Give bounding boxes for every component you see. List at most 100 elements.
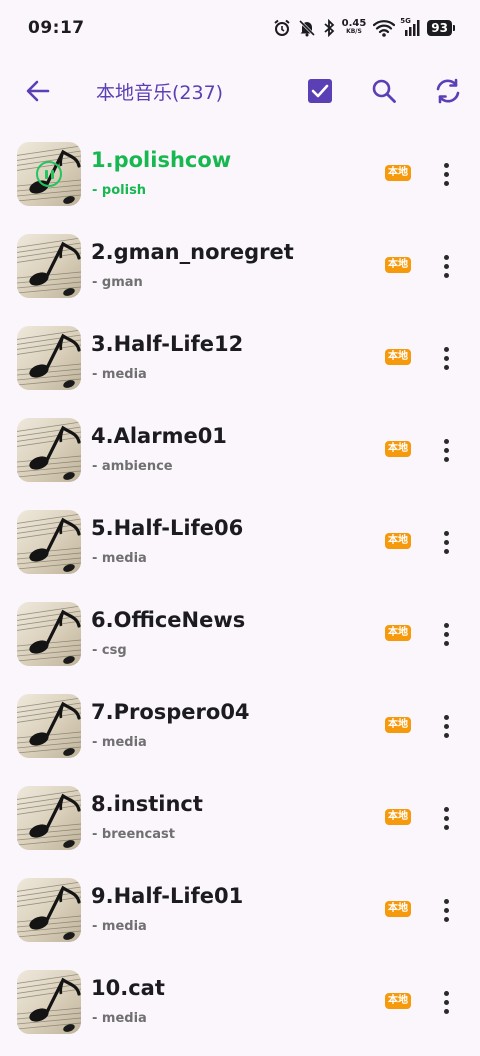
song-list-item-8[interactable]: 8.instinct - breencast 本地 bbox=[0, 772, 480, 864]
more-vert-icon-dot bbox=[443, 438, 449, 444]
song-title: 4.Alarme01 bbox=[91, 424, 227, 448]
song-artist: - csg bbox=[92, 643, 127, 658]
mute-icon bbox=[298, 19, 316, 37]
album-cover bbox=[17, 786, 81, 850]
song-list-item-6[interactable]: 6.OfficeNews - csg 本地 bbox=[0, 588, 480, 680]
more-options-button[interactable] bbox=[430, 522, 462, 562]
music-note-icon bbox=[17, 513, 81, 572]
back-button[interactable] bbox=[18, 71, 58, 111]
battery-icon: 93 bbox=[427, 20, 455, 36]
signal-icon: 5G bbox=[400, 17, 420, 37]
sync-button[interactable] bbox=[428, 71, 468, 111]
music-note-icon bbox=[17, 789, 81, 848]
more-vert-icon-dot bbox=[443, 898, 449, 904]
album-cover bbox=[17, 878, 81, 942]
more-vert-icon-dot bbox=[443, 990, 449, 996]
music-note-icon bbox=[17, 329, 81, 388]
status-icons: 0.45 KB/S 5G 93 bbox=[273, 17, 455, 37]
more-options-button[interactable] bbox=[430, 982, 462, 1022]
album-cover bbox=[17, 234, 81, 298]
song-artist: - media bbox=[92, 1011, 147, 1026]
song-list-item-4[interactable]: 4.Alarme01 - ambience 本地 bbox=[0, 404, 480, 496]
local-badge: 本地 bbox=[385, 533, 411, 549]
song-artist: - polish bbox=[92, 183, 147, 198]
song-list-item-9[interactable]: 9.Half-Life01 - media 本地 bbox=[0, 864, 480, 956]
local-badge: 本地 bbox=[385, 993, 411, 1009]
local-badge: 本地 bbox=[385, 349, 411, 365]
more-vert-icon-dot bbox=[443, 346, 449, 352]
more-vert-icon-dot bbox=[443, 640, 449, 646]
more-vert-icon-dot bbox=[443, 180, 449, 186]
more-options-button[interactable] bbox=[430, 890, 462, 930]
network-type: 5G bbox=[400, 17, 411, 25]
album-cover bbox=[17, 602, 81, 666]
more-vert-icon-dot bbox=[443, 631, 449, 637]
pause-icon[interactable] bbox=[36, 161, 62, 187]
song-artist: - media bbox=[92, 919, 147, 934]
checkbox-icon bbox=[308, 79, 332, 103]
net-speed-value: 0.45 bbox=[341, 18, 367, 29]
song-title: 1.polishcow bbox=[91, 148, 232, 172]
more-vert-icon-dot bbox=[443, 456, 449, 462]
search-icon bbox=[372, 79, 396, 103]
album-cover bbox=[17, 694, 81, 758]
more-vert-icon-dot bbox=[443, 254, 449, 260]
page-title: 本地音乐(237) bbox=[96, 81, 224, 104]
more-vert-icon-dot bbox=[443, 548, 449, 554]
song-artist: - media bbox=[92, 551, 147, 566]
alarm-icon bbox=[273, 19, 291, 37]
more-vert-icon-dot bbox=[443, 824, 449, 830]
song-title: 10.cat bbox=[91, 976, 165, 1000]
more-vert-icon-dot bbox=[443, 723, 449, 729]
song-artist: - media bbox=[92, 735, 147, 750]
status-bar: 09:17 0.45 KB/S 5G 93 bbox=[0, 0, 480, 56]
song-list-item-10[interactable]: 10.cat - media 本地 bbox=[0, 956, 480, 1048]
more-options-button[interactable] bbox=[430, 154, 462, 194]
more-options-button[interactable] bbox=[430, 706, 462, 746]
status-time: 09:17 bbox=[28, 18, 85, 38]
more-vert-icon-dot bbox=[443, 364, 449, 370]
more-vert-icon-dot bbox=[443, 530, 449, 536]
song-list-item-5[interactable]: 5.Half-Life06 - media 本地 bbox=[0, 496, 480, 588]
more-options-button[interactable] bbox=[430, 614, 462, 654]
search-button[interactable] bbox=[364, 71, 404, 111]
music-note-icon bbox=[17, 237, 81, 296]
more-vert-icon-dot bbox=[443, 171, 449, 177]
song-list-item-7[interactable]: 7.Prospero04 - media 本地 bbox=[0, 680, 480, 772]
more-vert-icon-dot bbox=[443, 1008, 449, 1014]
album-cover bbox=[17, 418, 81, 482]
song-list-item-2[interactable]: 2.gman_noregret - gman 本地 bbox=[0, 220, 480, 312]
album-cover bbox=[17, 970, 81, 1034]
music-note-icon bbox=[17, 605, 81, 664]
more-vert-icon-dot bbox=[443, 272, 449, 278]
more-vert-icon-dot bbox=[443, 355, 449, 361]
song-artist: - gman bbox=[92, 275, 143, 290]
song-title: 8.instinct bbox=[91, 792, 203, 816]
more-vert-icon-dot bbox=[443, 447, 449, 453]
local-badge: 本地 bbox=[385, 809, 411, 825]
song-title: 7.Prospero04 bbox=[91, 700, 250, 724]
multi-select-button[interactable] bbox=[300, 71, 340, 111]
local-badge: 本地 bbox=[385, 165, 411, 181]
music-note-icon bbox=[17, 697, 81, 756]
song-title: 3.Half-Life12 bbox=[91, 332, 244, 356]
more-options-button[interactable] bbox=[430, 246, 462, 286]
song-artist: - media bbox=[92, 367, 147, 382]
more-vert-icon-dot bbox=[443, 999, 449, 1005]
more-vert-icon-dot bbox=[443, 732, 449, 738]
more-options-button[interactable] bbox=[430, 798, 462, 838]
song-list-item-1[interactable]: 1.polishcow - polish 本地 bbox=[0, 128, 480, 220]
more-options-button[interactable] bbox=[430, 430, 462, 470]
song-title: 5.Half-Life06 bbox=[91, 516, 244, 540]
album-cover bbox=[17, 142, 81, 206]
local-badge: 本地 bbox=[385, 441, 411, 457]
more-vert-icon-dot bbox=[443, 622, 449, 628]
song-list-item-3[interactable]: 3.Half-Life12 - media 本地 bbox=[0, 312, 480, 404]
music-note-icon bbox=[17, 421, 81, 480]
local-badge: 本地 bbox=[385, 717, 411, 733]
wifi-icon bbox=[373, 19, 396, 37]
more-vert-icon-dot bbox=[443, 539, 449, 545]
more-options-button[interactable] bbox=[430, 338, 462, 378]
sync-icon bbox=[436, 78, 460, 104]
more-vert-icon-dot bbox=[443, 907, 449, 913]
